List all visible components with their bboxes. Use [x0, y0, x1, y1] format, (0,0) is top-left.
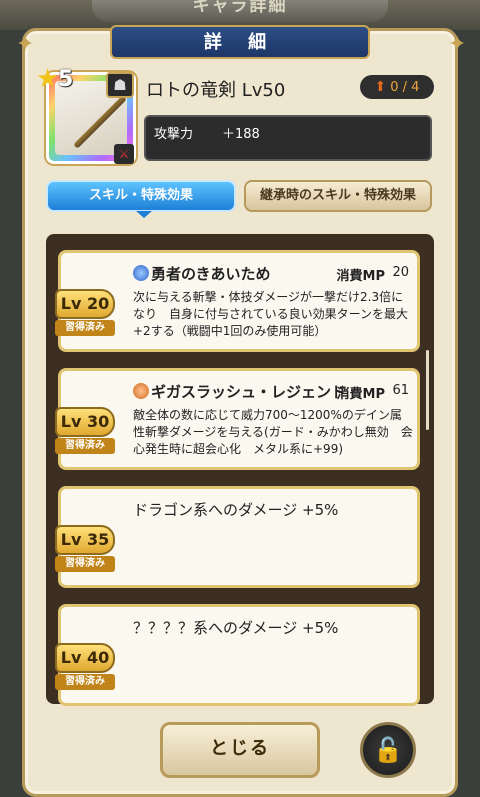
close-button[interactable]: とじる — [160, 722, 320, 778]
learned-label: 習得済み — [55, 438, 115, 454]
stat-label: 攻撃力 — [154, 127, 194, 142]
item-name: ロトの竜剣 Lv50 — [146, 80, 286, 101]
upgrade-count: 0 / 4 — [390, 80, 420, 95]
tab-inherited-skills[interactable]: 継承時のスキル・特殊効果 — [244, 180, 432, 212]
skill-name: 勇者のきあいため — [151, 265, 271, 283]
skill-type-icon — [133, 265, 149, 281]
skill-name: ？？？？系へのダメージ +5% — [133, 619, 339, 637]
equip-type-icon: ⚔ — [114, 144, 134, 164]
scrollbar[interactable] — [426, 350, 429, 430]
lock-button[interactable]: 🔓 — [360, 722, 416, 778]
mp-label: 消費MP — [336, 387, 385, 402]
level-label: Lv 40 — [55, 643, 115, 673]
learned-label: 習得済み — [55, 556, 115, 572]
skill-header: ドラゴン系へのダメージ +5% — [133, 499, 413, 521]
skill-header: ？？？？系へのダメージ +5% — [133, 617, 413, 639]
window-title: キャラ詳細 — [92, 0, 388, 22]
corner-ornament-icon: ✦ — [448, 32, 467, 57]
up-arrow-icon: ⬆ — [374, 79, 387, 95]
upgrade-counter: ⬆ 0 / 4 — [360, 75, 434, 99]
level-badge: Lv 35 習得済み — [55, 525, 121, 573]
level-label: Lv 20 — [55, 289, 115, 319]
level-badge: Lv 30 習得済み — [55, 407, 121, 455]
level-label: Lv 35 — [55, 525, 115, 555]
star-icon: ★ — [36, 64, 60, 94]
unlock-icon: 🔓 — [373, 736, 403, 764]
learned-label: 習得済み — [55, 320, 115, 336]
rarity-value: 5 — [58, 67, 74, 92]
skill-name: ドラゴン系へのダメージ +5% — [133, 501, 339, 519]
level-badge: Lv 40 習得済み — [55, 643, 121, 691]
skill-description: 敵全体の数に応じて威力700～1200%のデイン属性斬撃ダメージを与える(ガード… — [133, 408, 413, 456]
rarity-badge: ★ 5 — [36, 66, 82, 94]
skill-description: 次に与える斬撃・体技ダメージが一撃だけ2.3倍になり 自身に付与されている良い効… — [133, 290, 409, 338]
mp-value: 61 — [392, 383, 409, 398]
corner-ornament-icon: ✦ — [16, 32, 35, 57]
mp-value: 20 — [392, 265, 409, 280]
sword-icon — [73, 95, 127, 149]
skill-card: ギガスラッシュ・レジェンド 消費MP 61 敵全体の数に応じて威力700～120… — [55, 368, 420, 470]
character-icon: ☗ — [106, 72, 134, 98]
skill-header: 勇者のきあいため 消費MP 20 — [133, 263, 413, 285]
header-title: 詳 細 — [110, 25, 370, 59]
skill-card: ドラゴン系へのダメージ +5% Lv 35 習得済み — [55, 486, 420, 588]
learned-label: 習得済み — [55, 674, 115, 690]
skill-card: 勇者のきあいため 消費MP 20 次に与える斬撃・体技ダメージが一撃だけ2.3倍… — [55, 250, 420, 352]
level-badge: Lv 20 習得済み — [55, 289, 121, 337]
level-label: Lv 30 — [55, 407, 115, 437]
stats-box: 攻撃力 ＋188 — [144, 115, 432, 161]
skill-header: ギガスラッシュ・レジェンド 消費MP 61 — [133, 381, 413, 403]
mp-label: 消費MP — [336, 269, 385, 284]
skill-type-icon — [133, 383, 149, 399]
skill-card: ？？？？系へのダメージ +5% Lv 40 習得済み — [55, 604, 420, 706]
skill-name: ギガスラッシュ・レジェンド — [151, 383, 347, 401]
tab-skills[interactable]: スキル・特殊効果 — [46, 180, 236, 218]
stat-value: ＋188 — [222, 127, 260, 142]
